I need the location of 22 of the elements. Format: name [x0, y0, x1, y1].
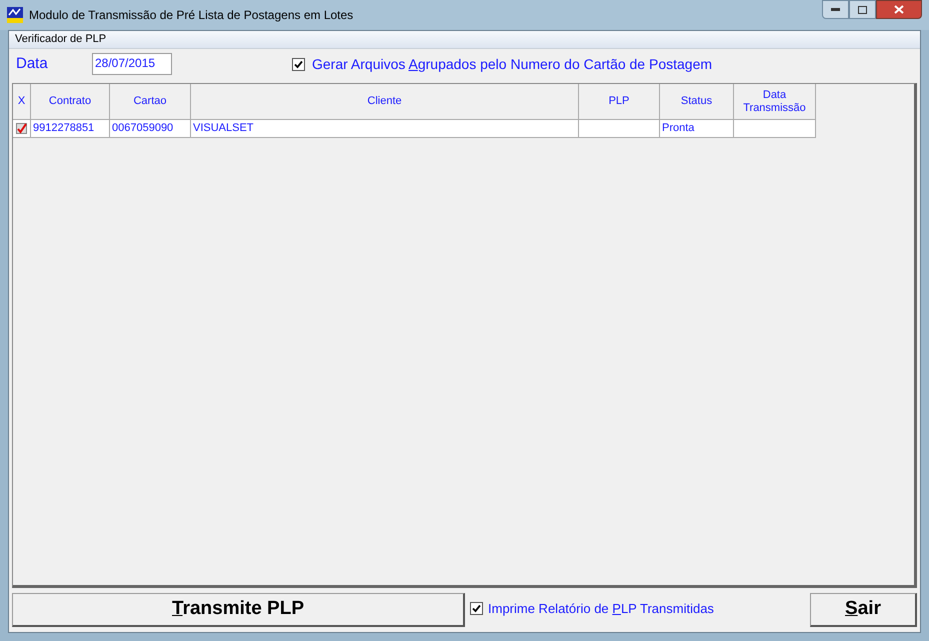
table-cell: VISUALSET: [191, 120, 579, 138]
maximize-icon: [858, 6, 867, 14]
close-button[interactable]: [876, 0, 922, 19]
table-cell: 9912278851: [31, 120, 110, 138]
print-option-label: Imprime Relatório de PLP Transmitidas: [488, 600, 714, 618]
close-icon: [894, 5, 904, 14]
menu-item[interactable]: Verificador de PLP: [15, 31, 106, 48]
date-field[interactable]: 28/07/2015: [92, 53, 172, 75]
date-label: Data: [16, 54, 49, 74]
row-checkbox[interactable]: [16, 123, 27, 134]
minimize-button[interactable]: [822, 0, 849, 19]
table-cell: Pronta: [660, 120, 734, 138]
window-title: Modulo de Transmissão de Pré Lista de Postagens em Lotes: [29, 7, 354, 24]
exit-button[interactable]: Sair: [810, 593, 917, 627]
group-option-label: Gerar Arquivos Agrupados pelo Numero do Cartão de Postagem: [312, 54, 712, 74]
transmit-button[interactable]: Transmite PLP: [12, 593, 465, 627]
app-logo-icon: [7, 7, 23, 23]
maximize-button[interactable]: [849, 0, 876, 19]
checkbox[interactable]: [470, 602, 483, 616]
table-cell: 0067059090: [110, 120, 191, 138]
minimize-icon: [831, 8, 840, 11]
checkbox[interactable]: [292, 58, 305, 70]
